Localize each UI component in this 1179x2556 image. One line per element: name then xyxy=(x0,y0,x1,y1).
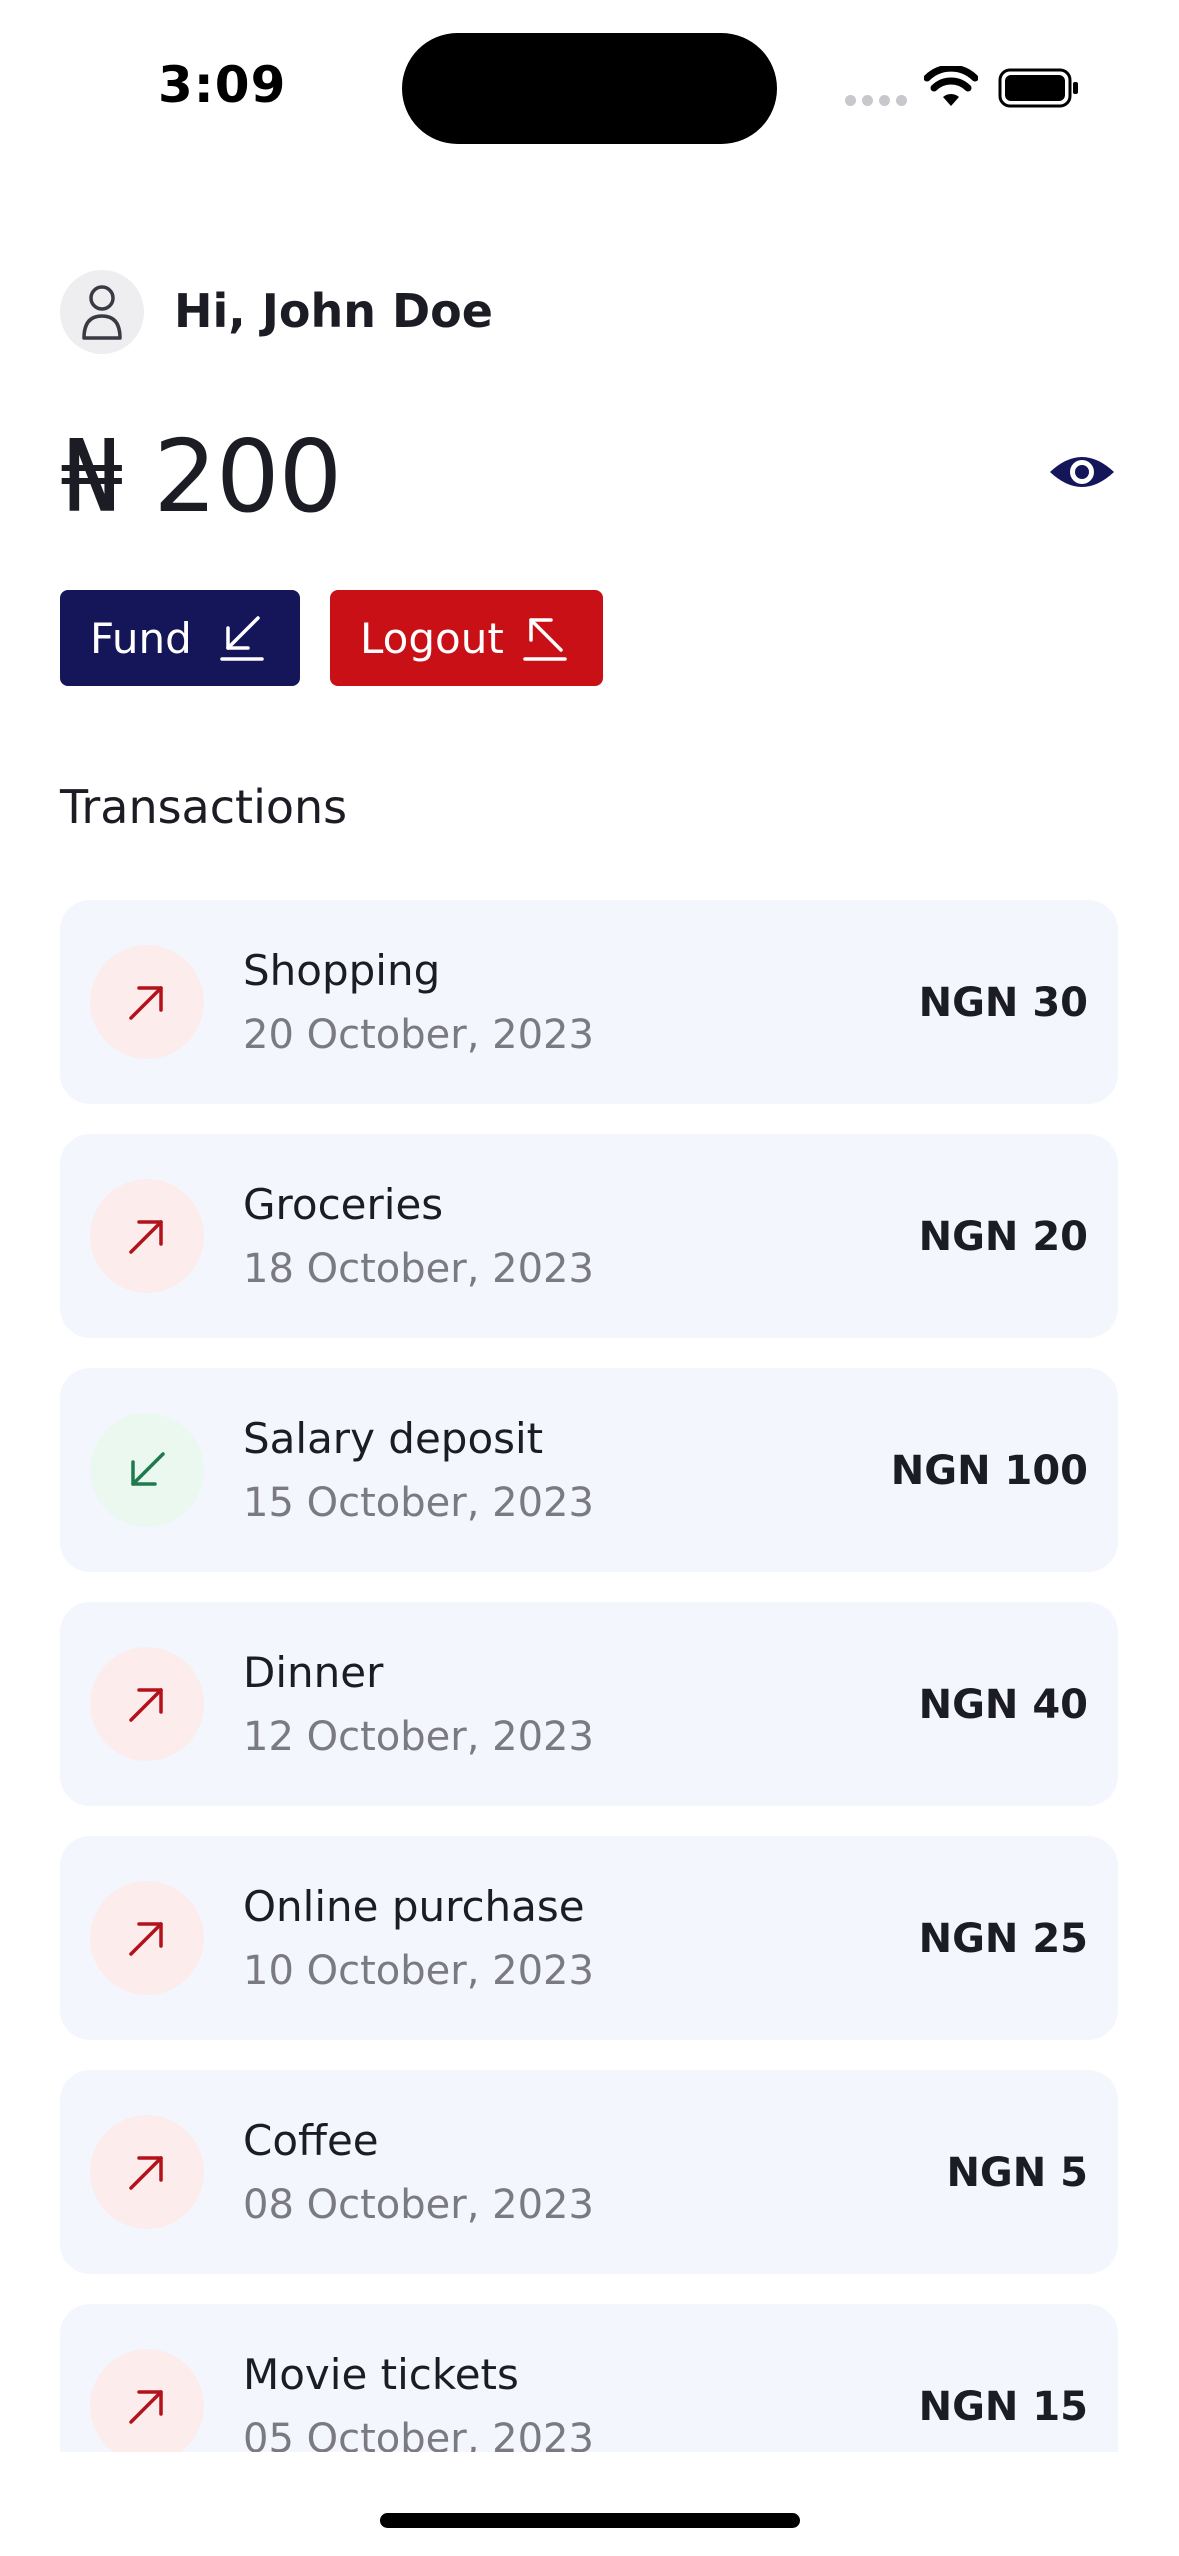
eye-icon xyxy=(1050,457,1114,487)
arrow-up-right-icon xyxy=(129,2390,163,2424)
greeting-text: Hi, John Doe xyxy=(174,284,493,338)
arrow-up-left-icon xyxy=(523,618,567,661)
arrow-up-right-icon xyxy=(129,1688,163,1722)
transaction-date: 20 October, 2023 xyxy=(243,1012,594,1058)
outgoing-transaction-icon xyxy=(90,1647,204,1761)
transaction-title: Groceries xyxy=(243,1180,444,1229)
transaction-title: Movie tickets xyxy=(243,2350,519,2399)
transaction-amount: NGN 25 xyxy=(918,1916,1088,1962)
transaction-title: Salary deposit xyxy=(243,1414,544,1463)
arrow-down-left-icon xyxy=(220,616,264,661)
transaction-amount: NGN 15 xyxy=(918,2384,1088,2430)
wallet-screen: 3:09 Hi, John Doe ₦ 200 Fund Logout Tran… xyxy=(0,0,1179,2556)
arrow-up-right-icon xyxy=(129,1220,163,1254)
outgoing-transaction-icon xyxy=(90,2349,204,2452)
transaction-item[interactable]: Dinner 12 October, 2023 NGN 40 xyxy=(60,1602,1118,1806)
status-time: 3:09 xyxy=(158,56,287,114)
cellular-signal-icon xyxy=(845,95,907,106)
transaction-item[interactable]: Online purchase 10 October, 2023 NGN 25 xyxy=(60,1836,1118,2040)
avatar[interactable] xyxy=(60,270,144,354)
balance-amount: ₦ 200 xyxy=(60,418,342,535)
transaction-date: 10 October, 2023 xyxy=(243,1948,594,1994)
incoming-transaction-icon xyxy=(90,1413,204,1527)
transaction-item[interactable]: Shopping 20 October, 2023 NGN 30 xyxy=(60,900,1118,1104)
fund-button[interactable]: Fund xyxy=(60,590,300,686)
transaction-date: 05 October, 2023 xyxy=(243,2416,594,2452)
transaction-date: 12 October, 2023 xyxy=(243,1714,594,1760)
transaction-title: Coffee xyxy=(243,2116,379,2165)
arrow-down-left-icon xyxy=(131,1452,165,1486)
transaction-amount: NGN 30 xyxy=(918,980,1088,1026)
arrow-up-right-icon xyxy=(129,1922,163,1956)
logout-button[interactable]: Logout xyxy=(330,590,603,686)
arrow-up-right-icon xyxy=(129,986,163,1020)
outgoing-transaction-icon xyxy=(90,2115,204,2229)
transaction-item[interactable]: Salary deposit 15 October, 2023 NGN 100 xyxy=(60,1368,1118,1572)
transaction-amount: NGN 100 xyxy=(890,1448,1088,1494)
logout-button-label: Logout xyxy=(360,613,504,663)
transactions-list[interactable]: Shopping 20 October, 2023 NGN 30 Groceri… xyxy=(60,900,1118,2452)
wifi-icon xyxy=(924,66,978,106)
transaction-date: 18 October, 2023 xyxy=(243,1246,594,1292)
outgoing-transaction-icon xyxy=(90,1179,204,1293)
home-indicator[interactable] xyxy=(380,2513,800,2528)
outgoing-transaction-icon xyxy=(90,945,204,1059)
transaction-amount: NGN 20 xyxy=(918,1214,1088,1260)
dynamic-island xyxy=(402,33,777,144)
transaction-item[interactable]: Coffee 08 October, 2023 NGN 5 xyxy=(60,2070,1118,2274)
transaction-item[interactable]: Movie tickets 05 October, 2023 NGN 15 xyxy=(60,2304,1118,2452)
transaction-title: Dinner xyxy=(243,1648,384,1697)
transaction-amount: NGN 5 xyxy=(946,2150,1088,2196)
fund-button-label: Fund xyxy=(90,613,192,663)
battery-icon xyxy=(998,68,1078,108)
transaction-date: 15 October, 2023 xyxy=(243,1480,594,1526)
transaction-date: 08 October, 2023 xyxy=(243,2182,594,2228)
transaction-title: Shopping xyxy=(243,946,441,995)
transaction-title: Online purchase xyxy=(243,1882,585,1931)
arrow-up-right-icon xyxy=(129,2156,163,2190)
transactions-heading: Transactions xyxy=(60,780,348,834)
outgoing-transaction-icon xyxy=(90,1881,204,1995)
transaction-item[interactable]: Groceries 18 October, 2023 NGN 20 xyxy=(60,1134,1118,1338)
user-icon xyxy=(82,285,122,340)
transaction-amount: NGN 40 xyxy=(918,1682,1088,1728)
toggle-balance-visibility-button[interactable] xyxy=(1046,442,1118,502)
